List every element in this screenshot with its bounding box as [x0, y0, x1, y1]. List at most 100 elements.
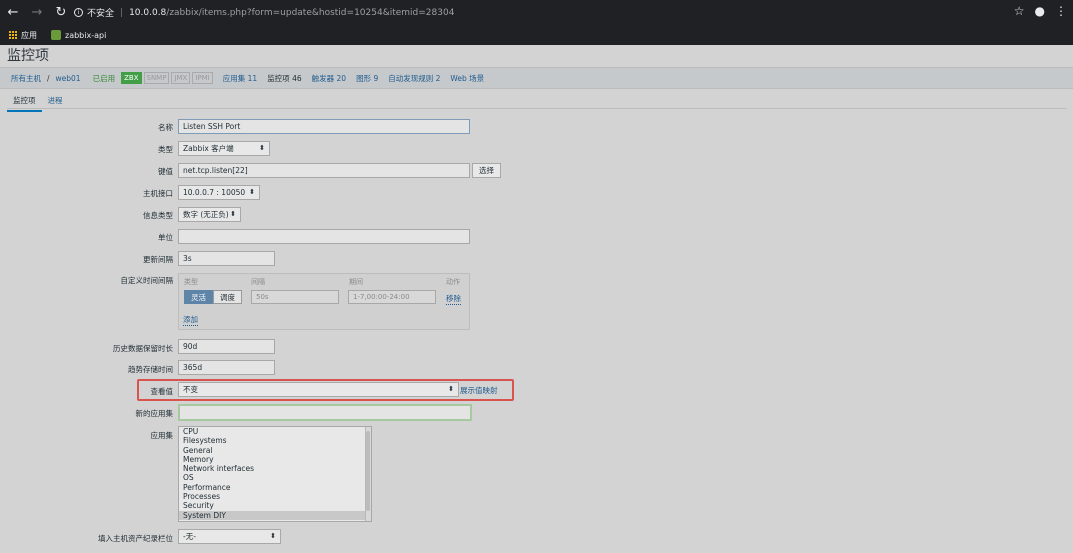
list-item[interactable]: Security	[179, 501, 371, 510]
address-bar[interactable]: i 不安全 | 10.0.0.8 /zabbix/items.php?form=…	[74, 4, 994, 21]
select-key-button[interactable]: 选择	[472, 163, 501, 178]
bookmark-label: zabbix-api	[65, 30, 107, 40]
host-interface-value: 10.0.0.7 : 10050	[183, 188, 246, 197]
page-title: 监控项	[7, 48, 49, 64]
name-label: 名称	[158, 123, 173, 132]
select-arrows-icon: ⬍	[249, 188, 255, 196]
show-value-select[interactable]: 不变 ⬍	[178, 382, 459, 397]
ipmi-badge: IPMI	[192, 72, 213, 84]
list-item-selected[interactable]: System DIY	[179, 510, 371, 520]
units-label: 单位	[158, 233, 173, 242]
custom-intervals-label: 自定义时间间隔	[120, 276, 174, 285]
menu-dots-icon[interactable]: ⋮	[1055, 4, 1067, 18]
host-link[interactable]: web01	[56, 74, 81, 83]
trends-label: 趋势存储时间	[128, 365, 173, 374]
col-period: 期间	[349, 278, 363, 286]
show-value-label: 查看值	[150, 387, 174, 396]
history-label: 历史数据保留时长	[113, 344, 173, 353]
type-select-value: Zabbix 客户端	[183, 144, 234, 153]
snmp-badge: SNMP	[143, 72, 170, 84]
update-interval-input[interactable]: 3s	[178, 251, 275, 266]
host-interface-label: 主机接口	[143, 189, 173, 198]
scheduling-option[interactable]: 调度	[213, 290, 242, 304]
back-arrow-icon[interactable]: ←	[2, 5, 24, 20]
bookmark-apps[interactable]: 应用	[9, 30, 37, 41]
host-status: 已启用	[92, 73, 116, 83]
inventory-select[interactable]: -无- ⬍	[178, 529, 281, 544]
list-item[interactable]: Performance	[179, 483, 371, 492]
select-arrows-icon: ⬍	[230, 210, 236, 218]
type-label: 类型	[158, 145, 173, 154]
new-application-label: 新的应用集	[135, 409, 174, 418]
web-scenarios-link[interactable]: Web 场景	[450, 73, 484, 84]
items-link[interactable]: 监控项 46	[267, 73, 301, 84]
update-interval-label: 更新间隔	[143, 255, 173, 264]
list-item[interactable]: General	[179, 446, 371, 455]
insecure-label: 不安全	[87, 9, 115, 19]
browser-right-icons: ☆ ● ⋮	[1014, 4, 1067, 18]
applications-label: 应用集	[150, 431, 174, 440]
show-value-value: 不变	[183, 385, 198, 394]
list-item[interactable]: Memory	[179, 455, 371, 464]
jmx-badge: JMX	[171, 72, 191, 84]
all-hosts-link[interactable]: 所有主机	[11, 73, 41, 84]
profile-avatar-icon[interactable]: ●	[1035, 4, 1045, 18]
list-item[interactable]: Network interfaces	[179, 464, 371, 473]
inventory-value: -无-	[183, 532, 196, 541]
flexible-option[interactable]: 灵活	[184, 290, 213, 304]
apps-grid-icon	[9, 31, 17, 39]
key-input[interactable]: net.tcp.listen[22]	[178, 163, 470, 178]
applications-link[interactable]: 应用集 11	[223, 73, 257, 84]
host-navigation: 所有主机 / web01 已启用 ZBX SNMP JMX IPMI 应用集 1…	[0, 67, 1073, 89]
bookmark-star-icon[interactable]: ☆	[1014, 4, 1025, 18]
url-path: /zabbix/items.php?form=update&hostid=102…	[166, 7, 455, 18]
listbox-scrollbar[interactable]	[365, 427, 371, 521]
discovery-link[interactable]: 自动发现规则 2	[388, 73, 440, 84]
list-item[interactable]: CPU	[179, 427, 371, 436]
col-action: 动作	[446, 278, 460, 286]
select-arrows-icon: ⬍	[259, 144, 265, 152]
units-input[interactable]	[178, 229, 470, 244]
url-separator: |	[120, 7, 124, 18]
triggers-link[interactable]: 触发器 20	[312, 73, 346, 84]
scrollbar-thumb[interactable]	[366, 431, 370, 511]
interval-input[interactable]: 50s	[251, 290, 339, 304]
bookmarks-bar: 应用 zabbix-api	[0, 25, 1073, 45]
trends-input[interactable]: 365d	[178, 360, 275, 375]
info-type-label: 信息类型	[143, 211, 173, 220]
remove-interval-link[interactable]: 移除	[446, 293, 461, 305]
col-type: 类型	[184, 278, 198, 286]
custom-intervals-table: 类型 间隔 期间 动作 灵活 调度 50s 1-7,00:00-24:00 移除…	[178, 273, 470, 330]
info-icon[interactable]: i	[74, 8, 83, 17]
list-item[interactable]: OS	[179, 473, 371, 482]
applications-listbox[interactable]: CPU Filesystems General Memory Network i…	[178, 426, 372, 522]
list-item[interactable]: Processes	[179, 492, 371, 501]
select-arrows-icon: ⬍	[448, 385, 454, 393]
bookmark-zabbix-api[interactable]: zabbix-api	[51, 30, 106, 40]
type-select[interactable]: Zabbix 客户端 ⬍	[178, 141, 270, 156]
graphs-link[interactable]: 图形 9	[356, 73, 378, 84]
info-type-select[interactable]: 数字 (无正负) ⬍	[178, 207, 241, 222]
forward-arrow-icon[interactable]: →	[26, 5, 48, 20]
info-type-value: 数字 (无正负)	[183, 210, 229, 219]
breadcrumb-separator: /	[47, 73, 50, 83]
browser-chrome: ← → ↻ i 不安全 | 10.0.0.8 /zabbix/items.php…	[0, 0, 1073, 45]
add-interval-link[interactable]: 添加	[183, 314, 198, 326]
value-mapping-link[interactable]: 展示值映射	[460, 385, 498, 396]
period-input[interactable]: 1-7,00:00-24:00	[348, 290, 436, 304]
bookmark-label: 应用	[21, 30, 37, 40]
list-item[interactable]: Filesystems	[179, 436, 371, 445]
interval-type-toggle: 灵活 调度	[184, 290, 242, 304]
zabbix-favicon-icon	[51, 30, 61, 40]
history-input[interactable]: 90d	[178, 339, 275, 354]
zbx-badge: ZBX	[121, 72, 142, 84]
key-label: 键值	[158, 167, 173, 176]
reload-icon[interactable]: ↻	[50, 5, 72, 20]
item-form: 名称 Listen SSH Port 类型 Zabbix 客户端 ⬍ 键值 ne…	[0, 109, 1073, 553]
host-interface-select[interactable]: 10.0.0.7 : 10050 ⬍	[178, 185, 260, 200]
inventory-label: 填入主机资产纪录栏位	[98, 534, 173, 543]
col-interval: 间隔	[251, 278, 265, 286]
name-input[interactable]: Listen SSH Port	[178, 119, 470, 134]
page-content: 监控项 所有主机 / web01 已启用 ZBX SNMP JMX IPMI 应…	[0, 45, 1073, 553]
new-application-input[interactable]	[178, 404, 472, 421]
